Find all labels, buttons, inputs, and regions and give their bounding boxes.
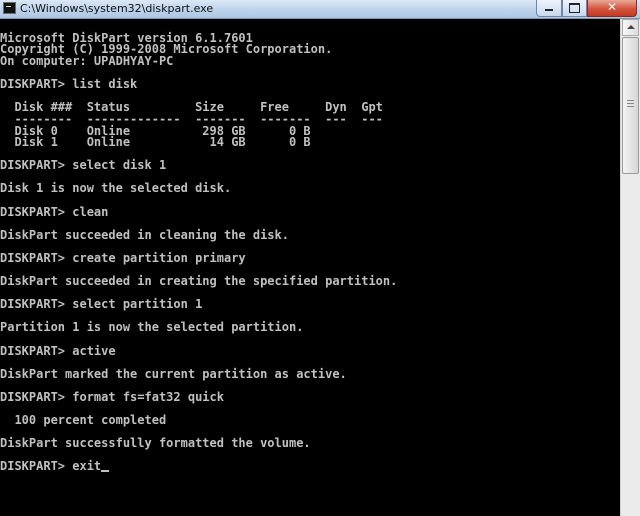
console-line-command: DISKPART> select disk 1: [0, 158, 167, 172]
console-line-output: DiskPart successfully formatted the volu…: [0, 436, 311, 450]
console-line-output: DiskPart marked the current partition as…: [0, 367, 347, 381]
console-line-output: Disk 1 is now the selected disk.: [0, 181, 232, 195]
minimize-button[interactable]: [536, 0, 562, 17]
console-line-output: DiskPart succeeded in creating the speci…: [0, 274, 398, 288]
title-bar[interactable]: C:\Windows\system32\diskpart.exe ✕: [0, 0, 640, 19]
minimize-icon: [545, 9, 553, 11]
disk-table-row: Disk 1 Online 14 GB 0 B: [0, 135, 311, 149]
console-line-computer: On computer: UPADHYAY-PC: [0, 54, 174, 68]
window-title: C:\Windows\system32\diskpart.exe: [20, 2, 214, 15]
maximize-button[interactable]: [562, 0, 587, 17]
console-line-command: DISKPART> create partition primary: [0, 251, 246, 265]
scroll-up-button[interactable]: [622, 19, 639, 36]
console-prompt-line[interactable]: DISKPART> exit: [0, 459, 110, 473]
text-cursor: [101, 470, 110, 472]
console-line-command: DISKPART> format fs=fat32 quick: [0, 390, 224, 404]
vertical-scrollbar[interactable]: [620, 19, 640, 516]
console-line-command: DISKPART> list disk: [0, 77, 138, 91]
console-window: C:\Windows\system32\diskpart.exe ✕ Micro…: [0, 0, 640, 516]
scrollbar-thumb[interactable]: [622, 37, 639, 174]
console-line-command: DISKPART> clean: [0, 205, 109, 219]
console-app-icon[interactable]: [3, 2, 16, 14]
console-line-output: DiskPart succeeded in cleaning the disk.: [0, 228, 289, 242]
close-button[interactable]: ✕: [587, 0, 637, 17]
console-line-command: DISKPART> select partition 1: [0, 297, 203, 311]
maximize-icon: [569, 2, 580, 13]
close-icon: ✕: [606, 0, 618, 14]
console-line-command: DISKPART> active: [0, 344, 116, 358]
console-current-command: DISKPART> exit: [0, 459, 102, 473]
console-output[interactable]: Microsoft DiskPart version 6.1.7601 Copy…: [0, 19, 620, 516]
console-line-progress: 100 percent completed: [0, 413, 167, 427]
console-line-output: Partition 1 is now the selected partitio…: [0, 320, 304, 334]
